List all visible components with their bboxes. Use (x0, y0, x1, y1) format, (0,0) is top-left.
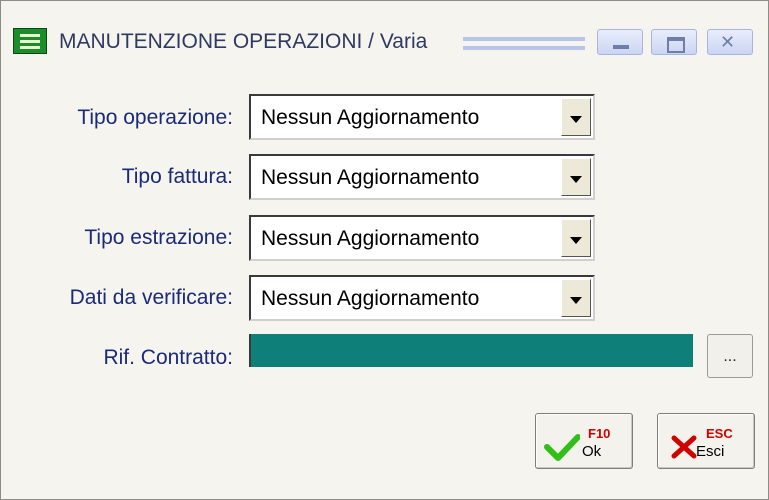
maximize-icon (667, 37, 685, 53)
tipo-operazione-select[interactable]: Nessun Aggiornamento (249, 94, 595, 140)
check-icon (544, 434, 580, 461)
tipo-fattura-value: Nessun Aggiornamento (261, 166, 480, 189)
chevron-down-icon (570, 116, 582, 123)
tipo-fattura-select[interactable]: Nessun Aggiornamento (249, 154, 595, 200)
dati-da-verificare-dropdown-button[interactable] (561, 279, 591, 317)
close-button[interactable]: ✕ (707, 29, 753, 55)
ok-label: Ok (582, 443, 602, 460)
tipo-operazione-value: Nessun Aggiornamento (261, 106, 480, 129)
title-bar[interactable]: MANUTENZIONE OPERAZIONI / Varia ✕ (1, 1, 768, 55)
tipo-operazione-label: Tipo operazione: (77, 106, 233, 129)
title-decoration (463, 46, 585, 50)
rif-contratto-lookup-button[interactable]: ... (707, 334, 753, 378)
x-icon (671, 435, 697, 459)
ok-button[interactable]: F10 Ok (535, 413, 633, 469)
window-title: MANUTENZIONE OPERAZIONI / Varia (59, 30, 428, 53)
tipo-estrazione-select[interactable]: Nessun Aggiornamento (249, 215, 595, 261)
dati-da-verificare-select[interactable]: Nessun Aggiornamento (249, 275, 595, 321)
chevron-down-icon (570, 297, 582, 304)
app-icon (13, 28, 47, 54)
tipo-operazione-dropdown-button[interactable] (561, 98, 591, 136)
esci-button[interactable]: ESC Esci (657, 413, 755, 469)
tipo-estrazione-dropdown-button[interactable] (561, 219, 591, 257)
title-decoration (463, 37, 585, 41)
chevron-down-icon (570, 176, 582, 183)
tipo-fattura-label: Tipo fattura: (121, 165, 233, 188)
tipo-estrazione-label: Tipo estrazione: (84, 226, 233, 249)
rif-contratto-field[interactable] (249, 334, 693, 367)
dati-da-verificare-value: Nessun Aggiornamento (261, 287, 480, 310)
rif-contratto-label: Rif. Contratto: (103, 346, 233, 369)
dati-da-verificare-label: Dati da verificare: (69, 286, 233, 309)
close-icon: ✕ (720, 32, 736, 53)
maximize-button[interactable] (651, 29, 697, 55)
minimize-button[interactable] (597, 29, 643, 55)
esci-label: Esci (696, 443, 725, 460)
ok-shortcut: F10 (588, 426, 611, 441)
chevron-down-icon (570, 237, 582, 244)
dialog-window: MANUTENZIONE OPERAZIONI / Varia ✕ Tipo o… (0, 0, 769, 500)
tipo-estrazione-value: Nessun Aggiornamento (261, 227, 480, 250)
minimize-icon (613, 45, 629, 49)
esci-shortcut: ESC (706, 426, 733, 441)
tipo-fattura-dropdown-button[interactable] (561, 158, 591, 196)
